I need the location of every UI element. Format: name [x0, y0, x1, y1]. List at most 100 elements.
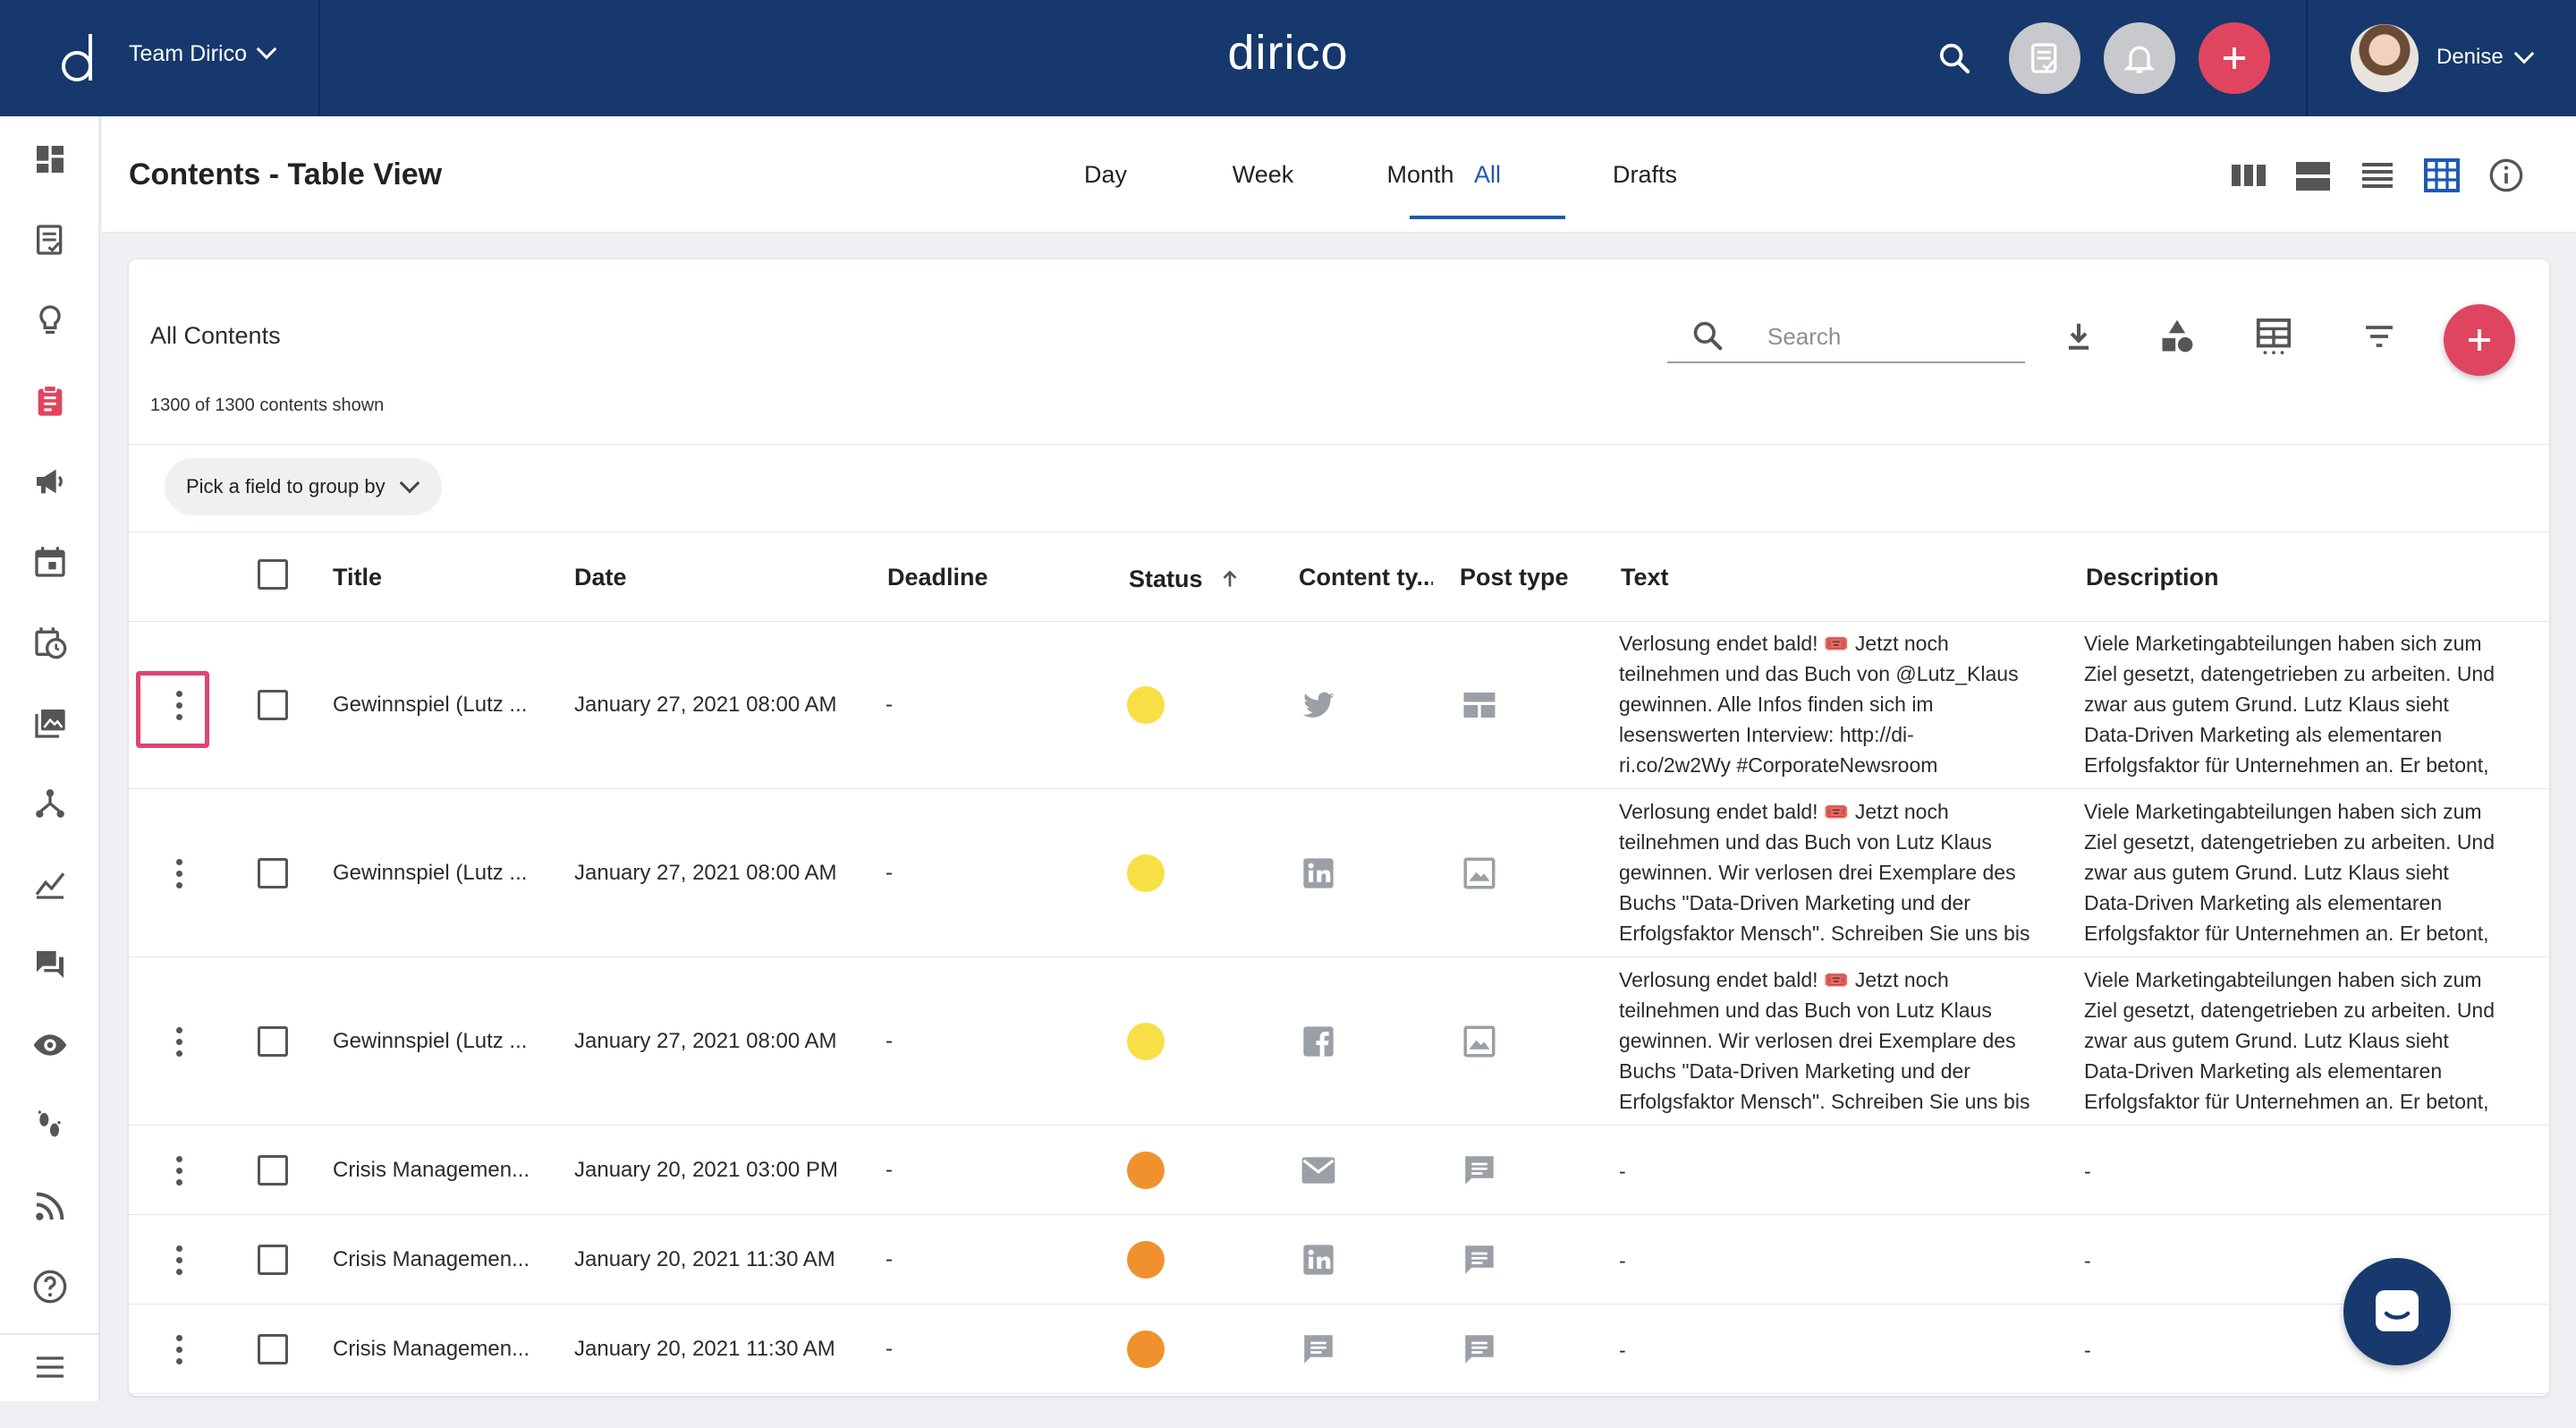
title-cell[interactable]: Crisis Managemen...: [333, 1337, 547, 1362]
row-menu-button[interactable]: [161, 850, 197, 897]
create-button[interactable]: [2199, 22, 2270, 94]
tab-all[interactable]: All: [1411, 161, 1563, 189]
divider: [129, 444, 2549, 445]
forum-icon[interactable]: [29, 943, 72, 986]
deadline-cell: -: [886, 861, 893, 885]
calendar-icon[interactable]: [29, 540, 72, 583]
deadline-cell: -: [886, 1029, 893, 1053]
status-indicator[interactable]: [1127, 1330, 1165, 1368]
table-view-icon[interactable]: [2420, 157, 2463, 193]
title-cell[interactable]: Gewinnspiel (Lutz ...: [333, 861, 547, 886]
group-by-label: Pick a field to group by: [186, 475, 386, 497]
team-switcher[interactable]: Team Dirico: [129, 38, 277, 67]
text-cell: -: [1619, 1160, 1626, 1183]
table-row[interactable]: Gewinnspiel (Lutz ... January 27, 2021 0…: [129, 789, 2549, 957]
table-row[interactable]: Crisis Managemen... January 20, 2021 11:…: [129, 1305, 2549, 1394]
date-cell: January 27, 2021 08:00 AM: [574, 693, 837, 717]
table-row[interactable]: Gewinnspiel (Lutz ... January 27, 2021 0…: [129, 957, 2549, 1126]
twitter-icon: [1299, 685, 1338, 725]
image-icon: [1460, 1022, 1499, 1061]
linkedin-icon: [1299, 1240, 1338, 1279]
rows-view-icon[interactable]: [2292, 157, 2334, 193]
tab-week[interactable]: Week: [1187, 161, 1339, 189]
row-menu-button[interactable]: [161, 1147, 197, 1194]
status-indicator[interactable]: [1127, 686, 1165, 724]
column-header-date[interactable]: Date: [574, 564, 627, 591]
column-header-text[interactable]: Text: [1621, 564, 1669, 591]
column-header-description[interactable]: Description: [2086, 564, 2219, 591]
media-library-icon[interactable]: [29, 701, 72, 744]
avatar[interactable]: [2351, 24, 2419, 92]
app-logo[interactable]: [57, 27, 100, 88]
user-name[interactable]: Denise: [2436, 45, 2504, 70]
eye-icon[interactable]: [29, 1024, 72, 1067]
facebook-icon: [1299, 1022, 1338, 1061]
title-cell[interactable]: Crisis Managemen...: [333, 1158, 547, 1183]
dashboard-icon[interactable]: [29, 138, 72, 181]
column-header-post-type[interactable]: Post type: [1460, 564, 1569, 591]
hierarchy-icon[interactable]: [29, 782, 72, 825]
row-menu-button[interactable]: [161, 1326, 197, 1373]
menu-icon[interactable]: [29, 1346, 72, 1389]
notifications-button[interactable]: [2104, 22, 2175, 94]
chat-widget-button[interactable]: [2343, 1258, 2451, 1365]
date-cell: January 27, 2021 08:00 AM: [574, 1029, 837, 1053]
column-header-deadline[interactable]: Deadline: [887, 564, 988, 591]
clipboard-icon[interactable]: [29, 379, 72, 422]
shapes-icon[interactable]: [2156, 315, 2199, 358]
row-checkbox[interactable]: [258, 690, 288, 720]
chevron-down-icon[interactable]: [2513, 43, 2535, 64]
status-indicator[interactable]: [1127, 1152, 1165, 1189]
row-checkbox[interactable]: [258, 1245, 288, 1275]
dot: [175, 870, 182, 877]
task-list-icon[interactable]: [29, 218, 72, 261]
status-indicator[interactable]: [1127, 854, 1165, 892]
row-checkbox[interactable]: [258, 858, 288, 888]
search-field[interactable]: [1667, 311, 2025, 363]
status-header-label: Status: [1129, 565, 1203, 592]
column-header-content-type[interactable]: Content ty...: [1299, 564, 1433, 591]
column-header-title[interactable]: Title: [333, 564, 382, 591]
row-menu-button[interactable]: [161, 1237, 197, 1283]
search-icon[interactable]: [1934, 38, 1975, 79]
select-all-checkbox[interactable]: [258, 559, 288, 590]
tab-drafts[interactable]: Drafts: [1569, 161, 1721, 189]
status-indicator[interactable]: [1127, 1241, 1165, 1279]
table-row[interactable]: Gewinnspiel (Lutz ... January 27, 2021 0…: [129, 621, 2549, 789]
table-columns-icon[interactable]: [2252, 315, 2295, 358]
schedule-icon[interactable]: [29, 621, 72, 664]
table-row[interactable]: Crisis Managemen... January 20, 2021 03:…: [129, 1126, 2549, 1215]
title-cell[interactable]: Gewinnspiel (Lutz ...: [333, 1029, 547, 1054]
megaphone-icon[interactable]: [29, 460, 72, 503]
row-checkbox[interactable]: [258, 1334, 288, 1364]
title-cell[interactable]: Gewinnspiel (Lutz ...: [333, 693, 547, 718]
status-indicator[interactable]: [1127, 1023, 1165, 1060]
top-bar: Team Dirico dirico Denise: [0, 0, 2576, 116]
filter-icon[interactable]: [2358, 315, 2401, 358]
divider: [129, 1393, 2549, 1394]
row-checkbox[interactable]: [258, 1026, 288, 1057]
lightbulb-icon[interactable]: [29, 299, 72, 342]
group-by-dropdown[interactable]: Pick a field to group by: [165, 458, 442, 515]
rss-icon[interactable]: [29, 1185, 72, 1228]
linkedin-icon: [1299, 854, 1338, 893]
tasks-button[interactable]: [2009, 22, 2080, 94]
title-cell[interactable]: Crisis Managemen...: [333, 1247, 547, 1272]
footsteps-icon[interactable]: [29, 1104, 72, 1147]
chat-icon: [1460, 1330, 1499, 1369]
text-cell: Verlosung endet bald! 🎟️ Jetzt noch teil…: [1619, 632, 2019, 777]
column-header-status[interactable]: Status: [1129, 564, 1241, 593]
search-input[interactable]: [1767, 320, 2018, 353]
list-view-icon[interactable]: [2356, 157, 2399, 193]
add-content-button[interactable]: [2444, 304, 2515, 376]
row-menu-button[interactable]: [161, 1018, 197, 1065]
analytics-icon[interactable]: [29, 863, 72, 905]
help-icon[interactable]: [29, 1265, 72, 1308]
tab-day[interactable]: Day: [1030, 161, 1182, 189]
columns-view-icon[interactable]: [2227, 157, 2270, 193]
table-row[interactable]: Crisis Managemen... January 20, 2021 11:…: [129, 1215, 2549, 1305]
row-checkbox[interactable]: [258, 1155, 288, 1186]
info-icon[interactable]: [2485, 157, 2528, 193]
download-icon[interactable]: [2057, 315, 2100, 358]
date-cell: January 20, 2021 11:30 AM: [574, 1337, 835, 1361]
